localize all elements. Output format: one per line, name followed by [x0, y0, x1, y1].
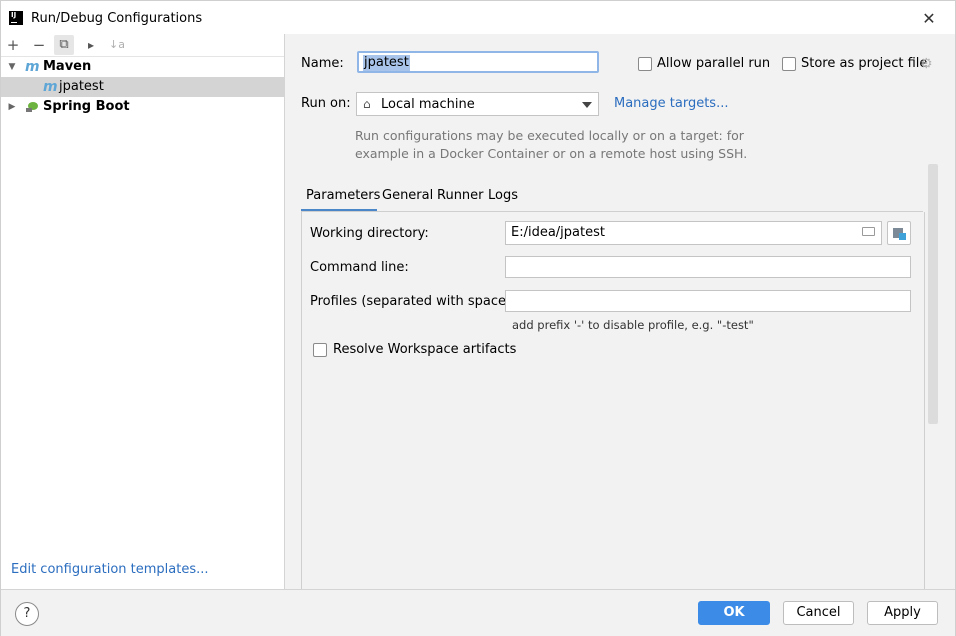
resolve-workspace-checkbox[interactable] — [313, 343, 327, 357]
close-icon[interactable]: ✕ — [919, 9, 939, 29]
run-on-label: Run on: — [301, 96, 351, 111]
profiles-label: Profiles (separated with space): — [310, 294, 516, 309]
folder-icon[interactable]: ▸ — [81, 35, 101, 55]
name-value: jpatest — [363, 55, 410, 71]
tab-logs[interactable]: Logs — [488, 188, 518, 203]
dropdown-arrow-icon — [582, 102, 592, 108]
browse-folder-icon[interactable] — [862, 227, 875, 236]
store-project-checkbox[interactable] — [782, 57, 796, 71]
copy-icon[interactable]: ⧉ — [54, 35, 74, 55]
intellij-icon: IJ — [9, 11, 23, 25]
manage-targets-link[interactable]: Manage targets... — [614, 96, 728, 111]
allow-parallel-label: Allow parallel run — [657, 56, 771, 71]
profiles-input[interactable] — [505, 290, 911, 312]
maven-icon: m — [25, 59, 40, 75]
tab-general[interactable]: General — [382, 188, 433, 203]
maven-icon: m — [43, 79, 58, 95]
cancel-button[interactable]: Cancel — [783, 601, 854, 625]
module-badge-icon — [899, 233, 906, 240]
remove-icon[interactable]: − — [29, 35, 49, 55]
help-button[interactable]: ? — [15, 602, 39, 626]
command-line-input[interactable] — [505, 256, 911, 278]
tree-item-label: jpatest — [59, 79, 104, 94]
description-line: Run configurations may be executed local… — [355, 128, 744, 143]
run-on-value: Local machine — [381, 97, 475, 112]
working-directory-value: E:/idea/jpatest — [511, 225, 605, 240]
config-tree-panel: + − ⧉ ▸ ↓a ▼ m Maven m jpatest ▶ Spring … — [1, 34, 285, 589]
apply-button[interactable]: Apply — [867, 601, 938, 625]
tree-item-jpatest[interactable]: m jpatest — [1, 77, 284, 97]
tree-toolbar: + − ⧉ ▸ ↓a — [1, 34, 284, 57]
command-line-label: Command line: — [310, 260, 409, 275]
run-on-select[interactable]: ⌂ Local machine — [356, 92, 599, 116]
app-icon-label: IJ — [11, 11, 17, 19]
sort-icon[interactable]: ↓a — [107, 35, 127, 55]
name-input[interactable]: jpatest — [357, 51, 599, 73]
working-directory-input[interactable]: E:/idea/jpatest — [505, 221, 882, 245]
gear-icon[interactable]: ⚙ — [920, 56, 933, 72]
chevron-down-icon[interactable]: ▼ — [7, 57, 17, 77]
title-bar: IJ Run/Debug Configurations ✕ — [1, 1, 955, 35]
dialog-footer: ? OK Cancel Apply — [1, 589, 955, 636]
edit-templates-link[interactable]: Edit configuration templates... — [11, 562, 209, 577]
resolve-workspace-label: Resolve Workspace artifacts — [333, 342, 517, 357]
profiles-hint: add prefix '-' to disable profile, e.g. … — [512, 318, 754, 332]
module-dir-button[interactable] — [887, 221, 911, 245]
run-on-description: Run configurations may be executed local… — [355, 127, 755, 163]
store-project-label: Store as project file — [801, 56, 928, 71]
spring-boot-icon — [26, 102, 38, 112]
tree-item-label: Spring Boot — [43, 99, 130, 114]
tab-parameters[interactable]: Parameters — [306, 188, 380, 203]
vertical-scrollbar[interactable] — [928, 164, 938, 424]
allow-parallel-checkbox[interactable] — [638, 57, 652, 71]
home-icon: ⌂ — [363, 97, 371, 111]
ok-button[interactable]: OK — [698, 601, 770, 625]
tab-runner[interactable]: Runner — [437, 188, 484, 203]
tree-item-label: Maven — [43, 59, 92, 74]
window-title: Run/Debug Configurations — [31, 11, 203, 26]
name-label: Name: — [301, 56, 344, 71]
chevron-right-icon[interactable]: ▶ — [7, 97, 17, 117]
add-icon[interactable]: + — [3, 35, 23, 55]
working-directory-label: Working directory: — [310, 226, 429, 241]
tree-item-spring-boot[interactable]: ▶ Spring Boot — [1, 97, 284, 117]
config-detail-panel: Name: jpatest Allow parallel run Store a… — [285, 34, 955, 589]
description-line: example in a Docker Container or on a re… — [355, 146, 748, 161]
tree-item-maven[interactable]: ▼ m Maven — [1, 57, 284, 77]
